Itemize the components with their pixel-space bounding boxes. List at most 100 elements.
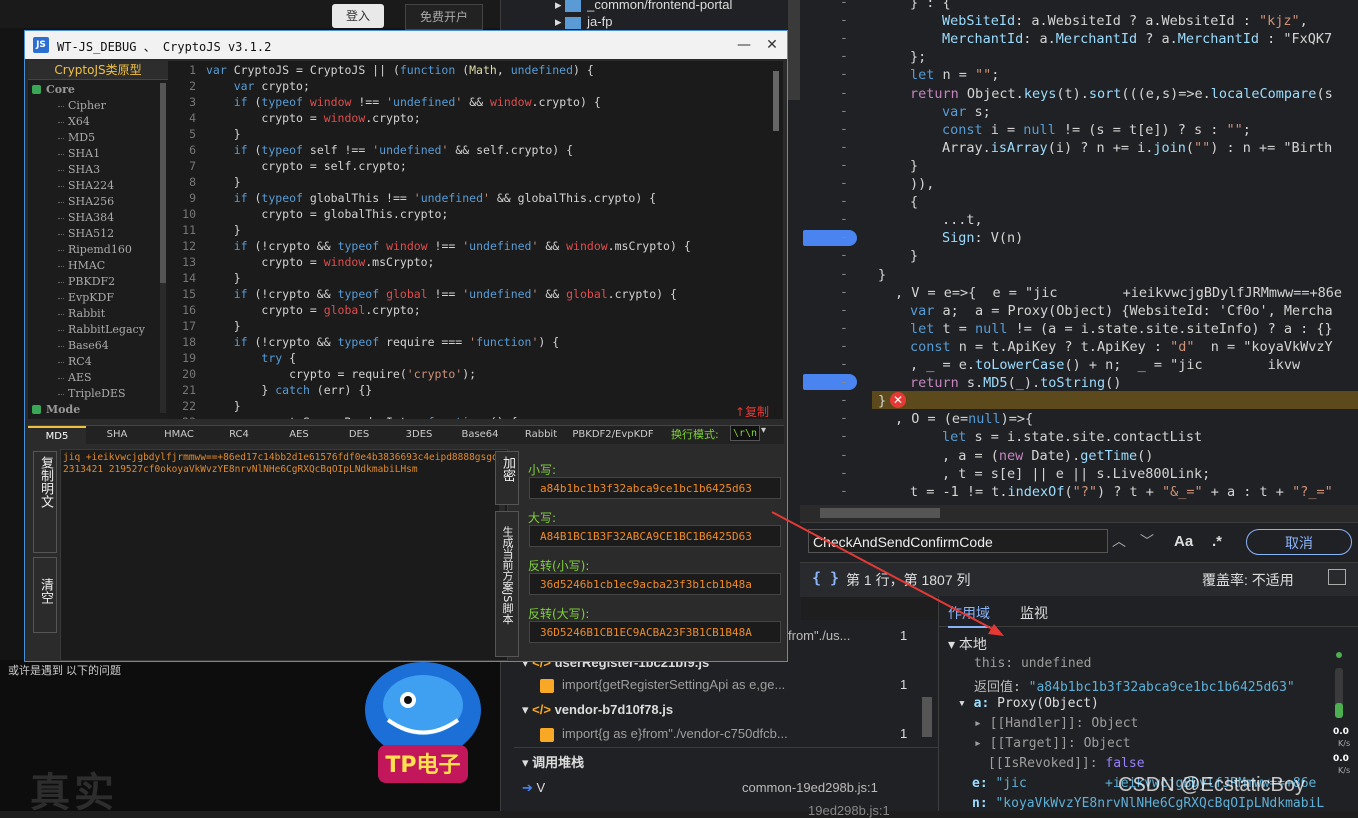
breakpoint-marker[interactable] [803, 230, 857, 246]
reverse-lowercase-output[interactable]: 36d5246b1cb1ec9acba23f3b1cb1b48a [529, 573, 781, 595]
class-tree-item[interactable]: SHA3 [68, 163, 100, 176]
chevron-down-icon[interactable]: ▾ [761, 425, 766, 436]
window-title-bar[interactable]: JS WT-JS_DEBUG 、 CryptoJS v3.1.2 — ✕ [25, 31, 787, 59]
class-tree-item[interactable]: X64 [68, 115, 90, 128]
scrollbar[interactable] [788, 0, 800, 100]
next-match-button[interactable]: ﹀ [1140, 531, 1154, 551]
horizontal-scrollbar[interactable] [800, 505, 1358, 522]
tree-connector [58, 314, 64, 315]
plaintext-input[interactable]: jiq +ieikvwcjgbdylfjrmmww==+86ed17c14bb2… [60, 449, 508, 661]
tab-des[interactable]: DES [330, 426, 388, 444]
class-tree-item[interactable]: MD5 [68, 131, 95, 144]
file-tree-item[interactable]: ▸ ja-fp [555, 14, 612, 30]
breakpoint-item[interactable]: import{g as e}from"./vendor-c750dfcb... [540, 726, 788, 742]
class-tree-item[interactable]: Rabbit [68, 307, 105, 320]
close-icon[interactable]: ✕ [759, 35, 785, 55]
coverage-panel-icon[interactable] [1328, 569, 1346, 585]
tab-pbkdf2-evpkdf[interactable]: PBKDF2/EvpKDF [572, 426, 654, 444]
checkbox-icon[interactable] [540, 727, 554, 742]
net-speed-down: 0.0 [1333, 754, 1349, 764]
class-tree-item[interactable]: SHA1 [68, 147, 100, 160]
class-tree[interactable]: CryptoJS类原型 Core Cipher X64 MD5 SHA1 SHA3 SHA2… [28, 61, 168, 419]
tab-aes[interactable]: AES [268, 426, 330, 444]
class-tree-item[interactable]: PBKDF2 [68, 275, 115, 288]
line-number: 1 [189, 63, 196, 77]
cancel-search-button[interactable]: 取消 [1246, 529, 1352, 555]
line-number: 9 [189, 191, 196, 205]
newline-mode-select[interactable]: \r\n [730, 425, 760, 441]
call-stack-header[interactable]: ▾ 调用堆栈 [522, 752, 584, 771]
class-tree-item[interactable]: SHA384 [68, 211, 114, 224]
tree-connector [58, 346, 64, 347]
scope-var-row[interactable]: ▸ [[Target]]: Object [974, 736, 1131, 751]
tab-md5[interactable]: MD5 [28, 426, 86, 446]
lowercase-label: 小写: [528, 463, 557, 477]
breakpoint-item[interactable]: import{getRegisterSettingApi as e,ge... [540, 677, 785, 693]
copy-plaintext-button[interactable]: 复制明文 [33, 451, 57, 553]
diff-marker: - [840, 429, 848, 444]
tab-rc4[interactable]: RC4 [210, 426, 268, 444]
cryptojs-source[interactable]: 1 var CryptoJS = CryptoJS || (function (M… [168, 61, 783, 419]
search-input[interactable]: CheckAndSendConfirmCode [808, 529, 1108, 553]
generate-script-button[interactable]: 生成当前方案JS脚本 [495, 511, 519, 657]
tab-sha[interactable]: SHA [86, 426, 148, 444]
minimize-icon[interactable]: — [731, 35, 757, 55]
file-tree-label: ja-fp [587, 14, 613, 29]
tab-rabbit[interactable]: Rabbit [510, 426, 572, 444]
class-tree-item[interactable]: Ripemd160 [68, 243, 132, 256]
class-tree-item[interactable]: SHA256 [68, 195, 114, 208]
frame-location[interactable]: common-19ed298b.js:1 [742, 780, 878, 795]
match-case-button[interactable]: Aa [1174, 533, 1193, 550]
tree-connector [58, 170, 64, 171]
class-tree-item[interactable]: Cipher [68, 99, 106, 112]
scope-local-header[interactable]: ▾ 本地 [948, 634, 987, 654]
class-tree-item[interactable]: SHA512 [68, 227, 114, 240]
tab-base64[interactable]: Base64 [450, 426, 510, 444]
current-line-highlight [872, 391, 1358, 409]
var-name: n: [972, 796, 988, 811]
class-tree-item[interactable]: RabbitLegacy [68, 323, 145, 336]
game-logo-text: TP电子 [385, 753, 460, 778]
tab-3des[interactable]: 3DES [388, 426, 450, 444]
source-line: if (typeof globalThis !== 'undefined' &&… [233, 191, 657, 205]
breakpoint-file[interactable]: ▾ </> vendor-b7d10f78.js [522, 702, 673, 718]
tab-watch[interactable]: 监视 [1020, 603, 1048, 623]
scope-var-row[interactable]: ▸ [[Handler]]: Object [974, 716, 1138, 731]
scope-var-row: 返回值: "a84b1bc1b3f32abca9ce1bc1b6425d63" [974, 676, 1295, 695]
diff-marker: - [840, 158, 848, 173]
tab-scope[interactable]: 作用域 [948, 603, 990, 628]
pretty-print-icon[interactable]: { } [812, 569, 839, 587]
tree-connector [58, 330, 64, 331]
file-tree-item[interactable]: ▸ _common/frontend-portal [555, 0, 732, 13]
code-line: Array.isArray(i) ? n += i.join("") : n +… [942, 140, 1333, 156]
line-number: 19 [182, 351, 196, 365]
class-tree-item[interactable]: EvpKDF [68, 291, 114, 304]
var-value: "a84b1bc1b3f32abca9ce1bc1b6425d63" [1028, 680, 1295, 695]
register-button[interactable]: 免费开户 [405, 4, 484, 30]
call-stack-frame[interactable]: ➔ V [522, 780, 545, 796]
clear-button[interactable]: 清空 [33, 557, 57, 633]
code-line: let s = i.state.site.contactList [942, 429, 1203, 445]
encrypt-button[interactable]: 加密 [495, 451, 519, 505]
prev-match-button[interactable]: ︿ [1112, 531, 1126, 551]
diff-marker: - [840, 122, 848, 137]
breakpoint-marker[interactable] [803, 374, 857, 390]
login-button[interactable]: 登入 [332, 4, 385, 28]
regex-button[interactable]: .* [1212, 533, 1222, 550]
tab-hmac[interactable]: HMAC [148, 426, 210, 444]
class-tree-item[interactable]: Core [46, 83, 75, 96]
class-tree-item[interactable]: AES [68, 371, 92, 384]
class-tree-item[interactable]: HMAC [68, 259, 105, 272]
copy-code-link[interactable]: ↑复制 [735, 403, 769, 420]
scrollbar[interactable] [922, 697, 932, 737]
class-tree-item[interactable]: SHA224 [68, 179, 114, 192]
class-tree-item[interactable]: Mode [46, 403, 80, 416]
uppercase-output[interactable]: A84B1BC1B3F32ABCA9CE1BC1B6425D63 [529, 525, 781, 547]
scope-var-row[interactable]: ▾ a: Proxy(Object) [958, 696, 1099, 711]
class-tree-item[interactable]: TripleDES [68, 387, 126, 400]
class-tree-item[interactable]: Base64 [68, 339, 109, 352]
checkbox-icon[interactable] [540, 678, 554, 693]
reverse-uppercase-output[interactable]: 36D5246B1CB1EC9ACBA23F3B1CB1B48A [529, 621, 781, 643]
class-tree-item[interactable]: RC4 [68, 355, 92, 368]
lowercase-output[interactable]: a84b1bc1b3f32abca9ce1bc1b6425d63 [529, 477, 781, 499]
